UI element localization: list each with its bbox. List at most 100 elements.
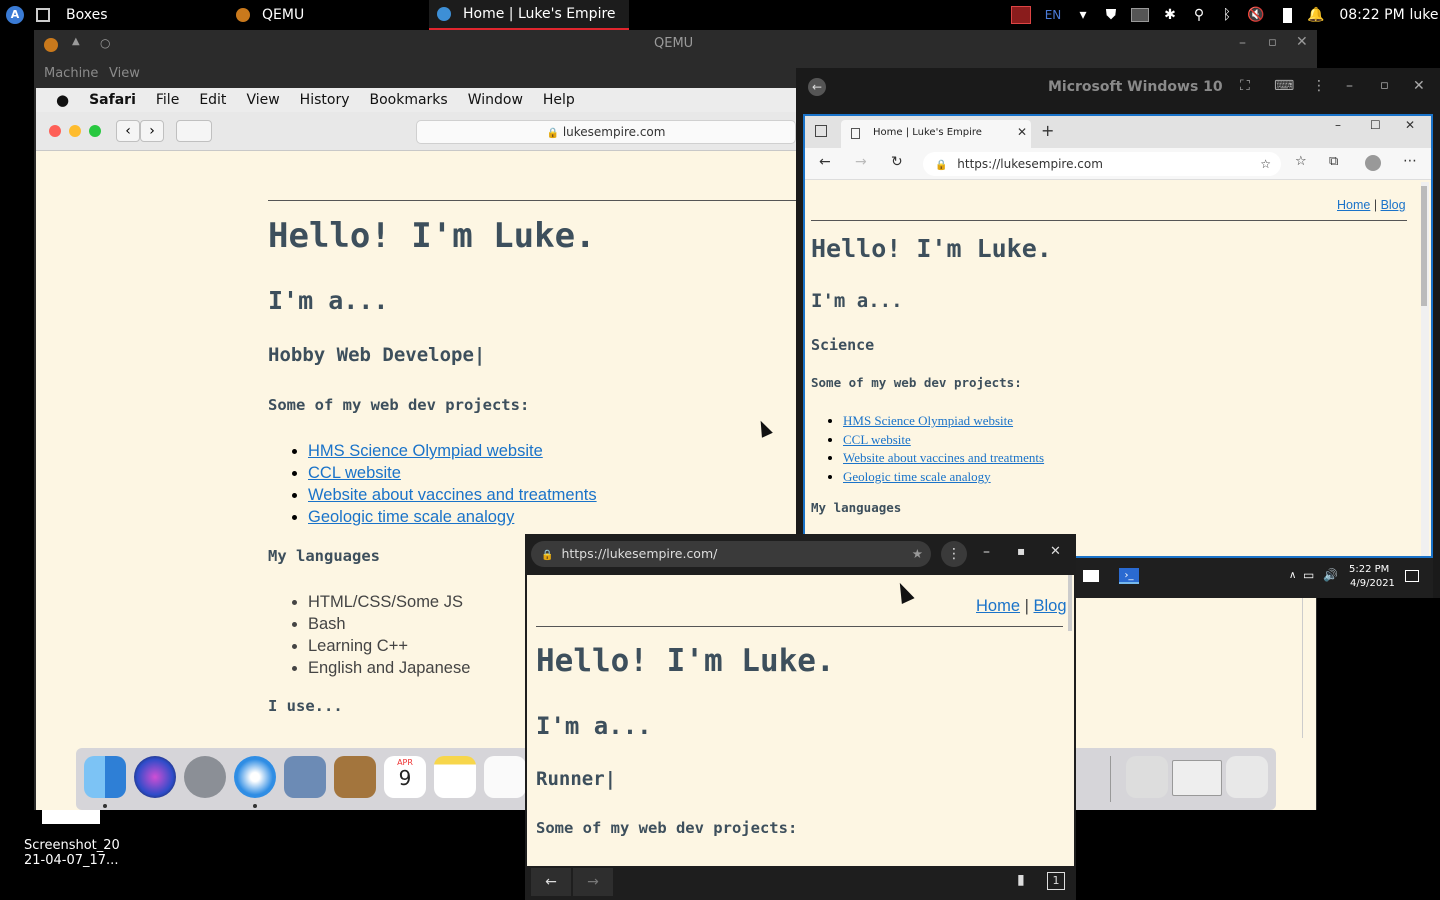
pin-icon[interactable]: ○ — [100, 36, 110, 50]
wifi-icon[interactable]: ▾ — [1072, 0, 1094, 30]
tray-chevron-icon[interactable]: ∧ — [1289, 570, 1296, 581]
reminders-icon[interactable] — [484, 756, 526, 798]
menu-icon[interactable]: ⋮ — [941, 541, 967, 567]
zoom-button[interactable] — [89, 125, 101, 137]
minimize-button[interactable] — [69, 125, 81, 137]
minimize-icon[interactable]: – — [983, 544, 990, 560]
powershell-icon[interactable]: ›_ — [1119, 568, 1139, 584]
minimize-icon[interactable]: – — [1335, 118, 1341, 132]
collections-icon[interactable]: ⧉ — [1329, 154, 1338, 169]
siri-icon[interactable] — [134, 756, 176, 798]
favorites-icon[interactable]: ☆ — [1295, 154, 1307, 169]
close-icon[interactable]: ✕ — [1405, 118, 1415, 132]
disk-utility-icon[interactable] — [1126, 756, 1168, 798]
calendar-icon[interactable]: APR 9 — [384, 756, 426, 798]
forward-button[interactable]: › — [140, 120, 164, 142]
vm-titlebar[interactable]: ← Microsoft Windows 10 ⛶ ⌨ ⋮ – ▫ ✕ — [796, 68, 1440, 108]
close-icon[interactable]: ✕ — [1413, 78, 1425, 94]
menu-help[interactable]: Help — [543, 92, 575, 108]
clock[interactable]: 08:22 PM — [1334, 0, 1410, 30]
edge-tab[interactable]: Home | Luke's Empire ✕ — [841, 120, 1031, 148]
scrollbar[interactable] — [1421, 182, 1429, 556]
screenshot-thumbnail-icon[interactable] — [1172, 760, 1222, 796]
volume-icon[interactable]: 🔊 — [1323, 568, 1338, 582]
menu-bookmarks[interactable]: Bookmarks — [369, 92, 447, 108]
menu-view[interactable]: View — [246, 92, 279, 108]
scrollbar-thumb[interactable] — [1068, 575, 1072, 631]
task-boxes[interactable]: Boxes — [28, 0, 228, 30]
project-link[interactable]: Website about vaccines and treatments — [308, 486, 597, 504]
scrollbar-thumb[interactable] — [1421, 186, 1427, 306]
minimize-icon[interactable]: – — [1239, 35, 1246, 51]
bookmark-star-icon[interactable]: ★ — [912, 541, 923, 567]
network-icon[interactable]: ✱ — [1158, 0, 1182, 30]
project-link[interactable]: CCL website — [843, 432, 911, 447]
battery-icon[interactable] — [1276, 0, 1298, 30]
chevron-up-icon[interactable]: ▲ — [72, 36, 80, 47]
profile-icon[interactable] — [1365, 155, 1381, 171]
notes-icon[interactable] — [434, 756, 476, 798]
mini-address-bar[interactable]: 🔒 https://lukesempire.com/ ★ — [531, 541, 931, 567]
back-button[interactable]: ‹ — [116, 120, 140, 142]
project-link[interactable]: CCL website — [308, 464, 401, 482]
project-link[interactable]: HMS Science Olympiad website — [843, 413, 1013, 428]
tab-actions-icon[interactable] — [815, 125, 827, 137]
keyboard-icon[interactable]: ⌨ — [1274, 78, 1294, 94]
trash-icon[interactable] — [1226, 756, 1268, 798]
refresh-icon[interactable]: ↻ — [891, 154, 903, 170]
back-icon[interactable]: ← — [819, 154, 831, 170]
project-link[interactable]: Geologic time scale analogy — [308, 508, 514, 526]
action-center-icon[interactable] — [1405, 570, 1419, 582]
maximize-icon[interactable]: ▫ — [1380, 78, 1389, 93]
contacts-icon[interactable] — [334, 756, 376, 798]
menu-view[interactable]: View — [109, 66, 140, 81]
terminal-icon[interactable] — [1128, 0, 1152, 30]
address-bar[interactable]: 🔒 lukesempire.com — [416, 120, 796, 144]
back-arrow-icon[interactable]: ← — [808, 78, 826, 96]
back-button[interactable]: ← — [531, 868, 571, 896]
launchpad-icon[interactable] — [184, 756, 226, 798]
desktop-file-thumbnail[interactable] — [42, 810, 100, 824]
new-tab-icon[interactable]: + — [1041, 121, 1054, 140]
menu-edit[interactable]: Edit — [199, 92, 226, 108]
nav-blog-link[interactable]: Blog — [1034, 597, 1067, 615]
activities-icon[interactable]: A — [6, 6, 24, 24]
menu-machine[interactable]: Machine — [44, 66, 98, 81]
taskbar-date[interactable]: 4/9/2021 — [1350, 578, 1395, 589]
menu-history[interactable]: History — [300, 92, 350, 108]
menu-safari[interactable]: Safari — [89, 92, 136, 108]
menu-window[interactable]: Window — [468, 92, 523, 108]
mute-icon[interactable]: 🔇 — [1244, 0, 1268, 30]
close-icon[interactable]: ✕ — [1050, 544, 1061, 559]
mail-icon[interactable] — [284, 756, 326, 798]
menu-file[interactable]: File — [156, 92, 179, 108]
user-name[interactable]: luke — [1408, 0, 1440, 30]
project-link[interactable]: Website about vaccines and treatments — [843, 450, 1044, 465]
finder-icon[interactable] — [84, 756, 126, 798]
forward-icon[interactable]: → — [855, 154, 867, 170]
bluetooth-icon[interactable]: ᛒ — [1216, 0, 1238, 30]
maximize-icon[interactable]: ☐ — [1370, 118, 1381, 132]
add-favorite-icon[interactable]: ☆ — [1260, 152, 1271, 176]
tab-close-icon[interactable]: ✕ — [1017, 125, 1027, 139]
close-icon[interactable]: ✕ — [1296, 34, 1308, 50]
safari-icon[interactable] — [234, 756, 276, 798]
mail-icon[interactable] — [1083, 570, 1099, 582]
network-icon[interactable]: ▭ — [1303, 568, 1314, 582]
menu-icon[interactable]: ⋮ — [1312, 78, 1326, 94]
apple-icon[interactable]: ● — [56, 91, 69, 109]
minimize-icon[interactable]: – — [1346, 78, 1353, 94]
qemu-titlebar[interactable]: ▲ ○ QEMU – ▫ ✕ — [34, 30, 1317, 60]
maximize-icon[interactable]: ▫ — [1268, 35, 1277, 50]
fullscreen-icon[interactable]: ⛶ — [1240, 78, 1250, 94]
sidebar-icon[interactable] — [176, 120, 212, 142]
taskbar-time[interactable]: 5:22 PM — [1349, 564, 1389, 575]
project-link[interactable]: Geologic time scale analogy — [843, 469, 991, 484]
nav-home-link[interactable]: Home — [1337, 198, 1370, 212]
close-button[interactable] — [49, 125, 61, 137]
task-browser[interactable]: Home | Luke's Empire — [429, 0, 629, 30]
more-icon[interactable]: ⋯ — [1403, 153, 1417, 169]
language-indicator[interactable]: EN — [1040, 0, 1066, 30]
task-qemu[interactable]: QEMU — [228, 0, 428, 30]
forward-button[interactable]: → — [573, 868, 613, 896]
